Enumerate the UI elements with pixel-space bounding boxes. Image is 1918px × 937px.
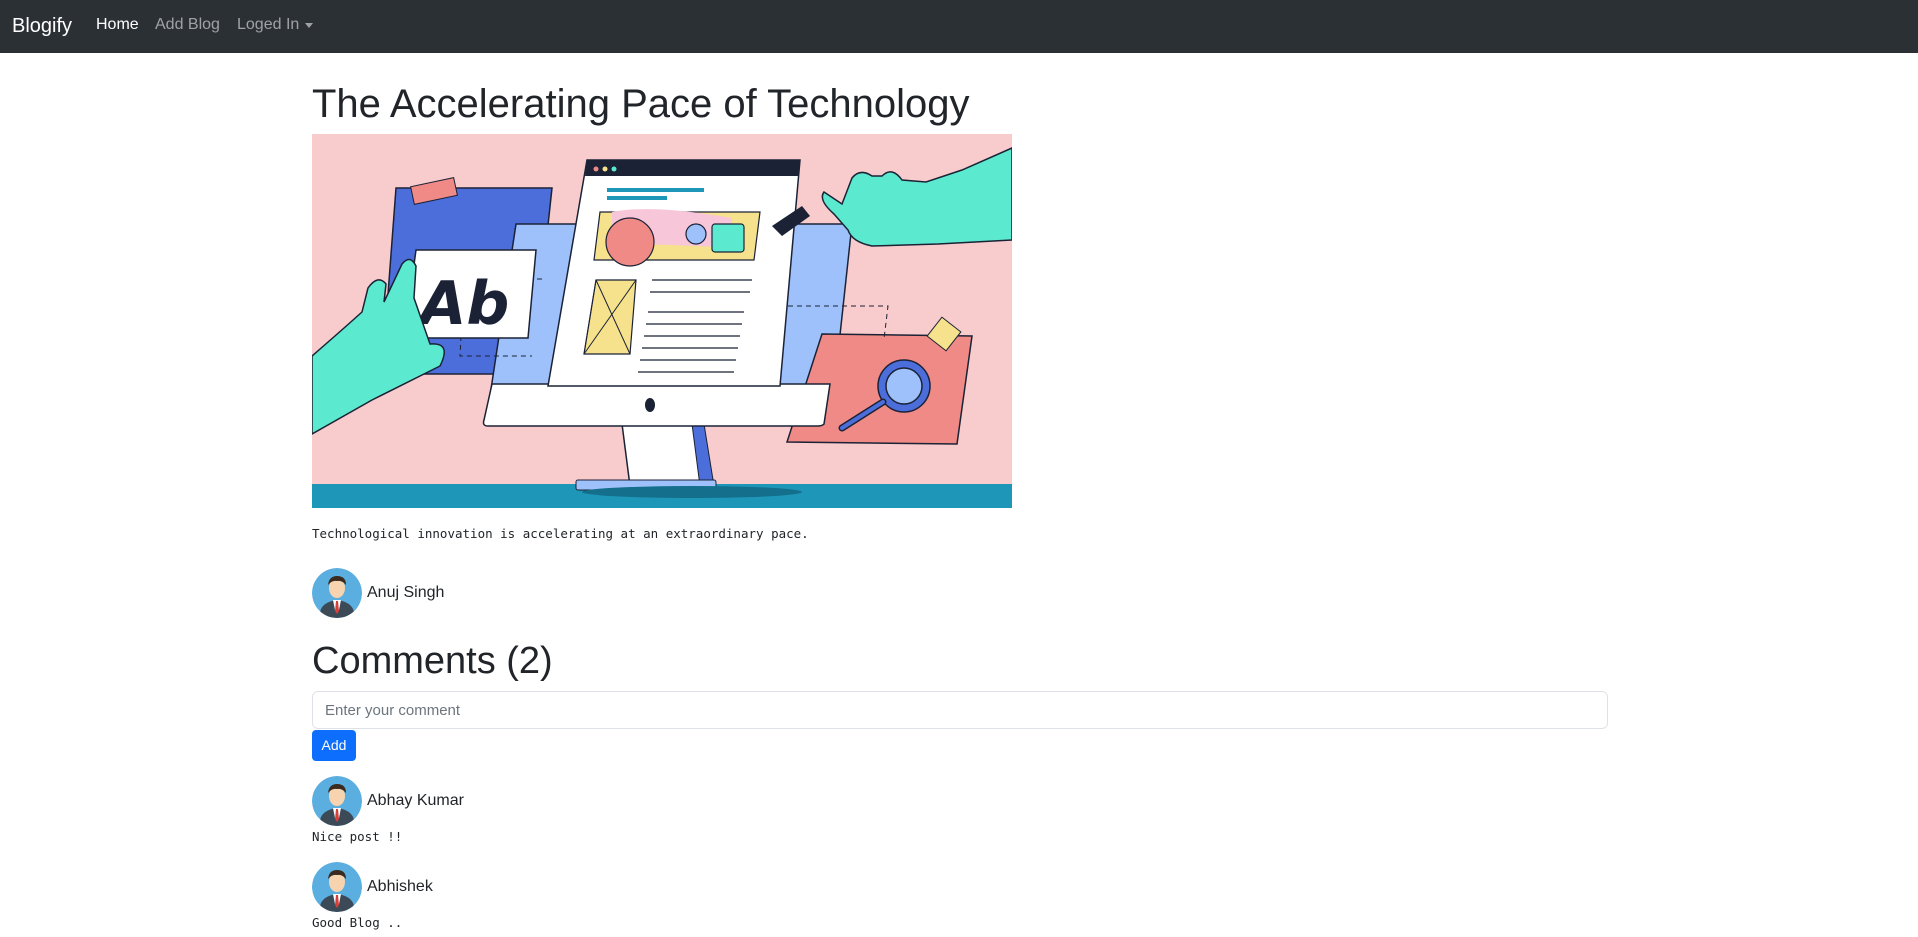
comment-author-name: Abhishek xyxy=(367,878,433,895)
comment-input[interactable] xyxy=(312,691,1608,729)
comment-author: Abhishek xyxy=(312,862,433,912)
nav-home-link[interactable]: Home xyxy=(96,15,139,35)
user-avatar-icon xyxy=(312,568,362,618)
user-avatar-icon xyxy=(312,776,362,826)
nav-add-blog-link[interactable]: Add Blog xyxy=(155,15,220,35)
comment-text: Nice post !! xyxy=(312,829,403,844)
comment-author-name: Abhay Kumar xyxy=(367,792,464,809)
web-design-illustration-icon: Ab xyxy=(312,134,1012,508)
nav-logged-in-dropdown[interactable]: Loged In xyxy=(237,15,314,35)
caret-down-icon xyxy=(305,22,314,28)
comment-text: Good Blog .. xyxy=(312,915,403,930)
post-title: The Accelerating Pace of Technology xyxy=(312,82,970,126)
hero-ab-text: Ab xyxy=(416,269,509,339)
nav-logged-in-label: Loged In xyxy=(237,16,300,33)
post-author-name: Anuj Singh xyxy=(367,584,445,601)
post-description: Technological innovation is accelerating… xyxy=(312,526,809,541)
user-avatar-icon xyxy=(312,862,362,912)
post-author: Anuj Singh xyxy=(312,568,444,618)
add-comment-button[interactable]: Add xyxy=(312,730,356,761)
brand-logo-link[interactable]: Blogify xyxy=(12,12,72,40)
comments-heading: Comments (2) xyxy=(312,640,553,682)
comment-author: Abhay Kumar xyxy=(312,776,464,826)
post-hero-image: Ab xyxy=(312,134,1012,508)
top-navbar: Blogify Home Add Blog Loged In xyxy=(0,0,1918,53)
